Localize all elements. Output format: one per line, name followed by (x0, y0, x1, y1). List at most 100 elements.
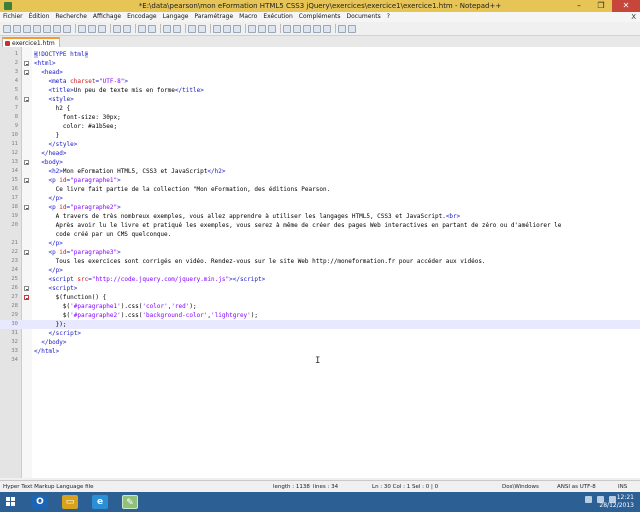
save-macro-icon[interactable] (323, 24, 331, 33)
menu-item[interactable]: Fichier (0, 12, 26, 22)
paste-icon[interactable] (98, 24, 106, 33)
minimize-button[interactable]: – (568, 0, 590, 12)
spell-check-icon[interactable] (338, 24, 346, 33)
function-list-icon[interactable] (268, 24, 276, 33)
tab-exercice1[interactable]: exercice1.htm (2, 37, 60, 47)
code-line[interactable]: 11 </style> (0, 140, 640, 149)
tray-flag-icon[interactable] (585, 496, 592, 503)
zoom-in-icon[interactable] (163, 24, 171, 33)
spell-next-icon[interactable] (348, 24, 356, 33)
code-line[interactable]: 18 <p id="paragraphe2"> (0, 203, 640, 212)
menu-item[interactable]: Affichage (90, 12, 124, 22)
code-line[interactable]: 6 <style> (0, 95, 640, 104)
code-line[interactable]: 16 Ce livre fait partie de la collection… (0, 185, 640, 194)
close-all-icon[interactable] (53, 24, 61, 33)
find-icon[interactable] (138, 24, 146, 33)
new-file-icon[interactable] (3, 24, 11, 33)
menu-item[interactable]: Recherche (52, 12, 90, 22)
user-lang-icon[interactable] (248, 24, 256, 33)
fold-toggle-icon[interactable] (24, 61, 29, 66)
record-macro-icon[interactable] (283, 24, 291, 33)
word-wrap-icon[interactable] (213, 24, 221, 33)
zoom-out-icon[interactable] (173, 24, 181, 33)
code-line[interactable]: 7 h2 { (0, 104, 640, 113)
code-line[interactable]: 27 $(function() { (0, 293, 640, 302)
internet-explorer-icon[interactable]: e (92, 495, 108, 509)
doc-map-icon[interactable] (258, 24, 266, 33)
menu-item[interactable]: Exécution (260, 12, 295, 22)
indent-guide-icon[interactable] (233, 24, 241, 33)
fold-toggle-icon[interactable] (24, 205, 29, 210)
copy-icon[interactable] (88, 24, 96, 33)
cut-icon[interactable] (78, 24, 86, 33)
code-line[interactable]: 5 <title>Un peu de texte mis en forme</t… (0, 86, 640, 95)
code-line[interactable]: 26 <script> (0, 284, 640, 293)
code-line[interactable]: 13 <body> (0, 158, 640, 167)
code-line[interactable]: 23 Tous les exercices sont corrigés en v… (0, 257, 640, 266)
code-line[interactable]: 14 <h2>Mon eFormation HTML5, CSS3 et Jav… (0, 167, 640, 176)
windows-start-icon[interactable] (6, 497, 16, 507)
run-macro-icon[interactable] (313, 24, 321, 33)
code-line[interactable]: 20 Après avoir lu le livre et pratiqué l… (0, 221, 640, 230)
show-all-icon[interactable] (223, 24, 231, 33)
code-line[interactable]: 2 <html> (0, 59, 640, 68)
fold-toggle-icon[interactable] (24, 70, 29, 75)
play-macro-icon[interactable] (303, 24, 311, 33)
menu-item[interactable]: Compléments (296, 12, 344, 22)
code-line[interactable]: 9 color: #a1b5ee; (0, 122, 640, 131)
code-line[interactable]: 28 $('#paragraphe1').css('color','red'); (0, 302, 640, 311)
code-line[interactable]: 31 </script> (0, 329, 640, 338)
code-line[interactable]: 10 } (0, 131, 640, 140)
code-line[interactable]: 30 }); (0, 320, 640, 329)
menu-item[interactable]: Paramétrage (191, 12, 236, 22)
fold-toggle-icon[interactable] (24, 97, 29, 102)
code-line[interactable]: 12 </head> (0, 149, 640, 158)
code-line[interactable]: 24 </p> (0, 266, 640, 275)
sync-h-icon[interactable] (198, 24, 206, 33)
code-line[interactable]: 22 <p id="paragraphe3"> (0, 248, 640, 257)
close-icon[interactable] (43, 24, 51, 33)
print-icon[interactable] (63, 24, 71, 33)
code-line[interactable]: 8 font-size: 30px; (0, 113, 640, 122)
code-line[interactable]: 3 <head> (0, 68, 640, 77)
close-document-icon[interactable]: X (631, 12, 636, 22)
close-button[interactable]: ✕ (612, 0, 640, 12)
code-line[interactable]: 17 </p> (0, 194, 640, 203)
fold-toggle-icon[interactable] (24, 178, 29, 183)
menu-item[interactable]: Documents (343, 12, 383, 22)
replace-icon[interactable] (148, 24, 156, 33)
code-editor[interactable]: 1 <!DOCTYPE html> 2 <html> 3 <head> 4 <meta c… (0, 47, 640, 478)
code-line[interactable]: 4 <meta charset="UTF-8"> (0, 77, 640, 86)
menu-item[interactable]: Macro (236, 12, 260, 22)
code-line[interactable]: 29 $('#paragraphe2').css('background-col… (0, 311, 640, 320)
outlook-icon[interactable]: O (32, 495, 48, 509)
menu-item[interactable]: Encodage (124, 12, 160, 22)
code-line[interactable]: 21 </p> (0, 239, 640, 248)
code-line[interactable]: 33 </html> (0, 347, 640, 356)
undo-icon[interactable] (113, 24, 121, 33)
title-bar[interactable]: *E:\data\pearson\mon eFormation HTML5 CS… (0, 0, 640, 12)
stop-macro-icon[interactable] (293, 24, 301, 33)
save-icon[interactable] (23, 24, 31, 33)
taskbar-clock[interactable]: 12:21 28/12/2013 (599, 494, 634, 510)
file-explorer-icon[interactable]: ▭ (62, 495, 78, 509)
redo-icon[interactable] (123, 24, 131, 33)
fold-toggle-icon[interactable] (24, 250, 29, 255)
notepadpp-taskbar-icon[interactable]: ✎ (122, 495, 138, 509)
code-line[interactable]: code créé par un CMS quelconque. (0, 230, 640, 239)
code-line[interactable]: 15 <p id="paragraphe1"> (0, 176, 640, 185)
code-line[interactable]: 19 A travers de très nombreux exemples, … (0, 212, 640, 221)
sync-v-icon[interactable] (188, 24, 196, 33)
fold-toggle-icon[interactable] (24, 160, 29, 165)
fold-toggle-icon[interactable] (24, 295, 29, 300)
menu-item[interactable]: ? (384, 12, 393, 22)
code-line[interactable]: 32 </body> (0, 338, 640, 347)
menu-item[interactable]: Langage (160, 12, 192, 22)
maximize-button[interactable]: ❐ (590, 0, 612, 12)
save-all-icon[interactable] (33, 24, 41, 33)
fold-toggle-icon[interactable] (24, 286, 29, 291)
code-line[interactable]: 1 <!DOCTYPE html> (0, 50, 640, 59)
code-line[interactable]: 25 <script src="http://code.jquery.com/j… (0, 275, 640, 284)
menu-item[interactable]: Édition (26, 12, 53, 22)
open-file-icon[interactable] (13, 24, 21, 33)
